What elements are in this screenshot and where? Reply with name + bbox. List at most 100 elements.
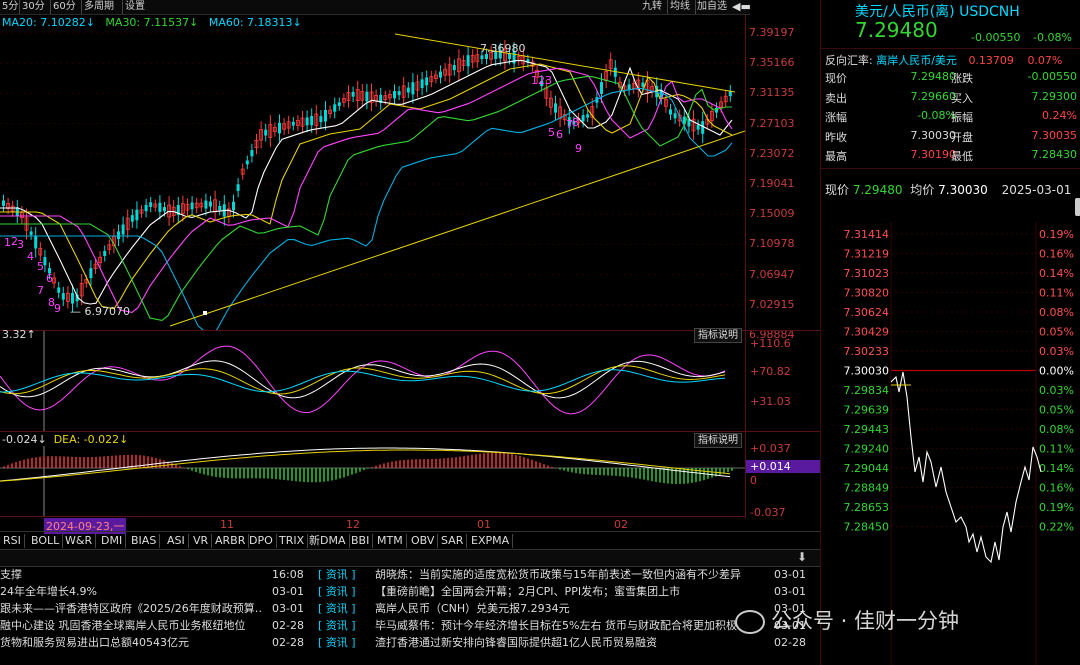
indicator-tab-wr[interactable]: W&R [62,534,97,548]
period-30min[interactable]: 30分 [22,0,45,14]
indicator-tab-bias[interactable]: BIAS [128,534,161,548]
indicator-tab-dpo[interactable]: DPO [246,534,277,548]
price-change: -0.00550 [971,31,1021,44]
indicator-tab-vr[interactable]: VR [190,534,213,548]
intraday-price-tick: 7.29240 [844,443,890,456]
news-date: 03-01 [774,585,806,598]
news-row[interactable]: 跟未来——评香港特区政府《2025/26年度财政预算… 03-01 [ 资讯 ] 离岸… [0,600,820,617]
indicator-tab-dma[interactable]: 新DMA [306,534,350,548]
indicator-tab-obv[interactable]: OBV [408,534,439,548]
intraday-price-tick: 7.30233 [844,345,890,358]
indicator-tab-expma[interactable]: EXPMA [468,534,514,548]
indicator-tab-sar[interactable]: SAR [438,534,468,548]
svg-text:1: 1 [531,74,538,87]
quote-label: 开盘 [951,130,973,144]
indicator-tab-mtm[interactable]: MTM [374,534,407,548]
quote-value: 7.30190 [910,148,957,161]
intraday-pct-tick: 0.05% [1039,326,1074,339]
reverse-pair[interactable]: 离岸人民币/美元 [876,54,957,67]
indicator-tab-rsi[interactable]: RSI [0,534,25,548]
indicator-tab-trix[interactable]: TRIX [276,534,309,548]
macd-dea-label: DEA: -0.022↓ [53,433,129,446]
collapse-icon[interactable]: ◀▬ [732,0,751,14]
intraday-chart[interactable]: 7.31414 0.19% 7.31219 0.16% 7.31023 0.14% 7.30… [821,222,1080,665]
news-tag: [ 资讯 ] [318,636,356,649]
news-row[interactable]: 融中心建设 巩固香港全球离岸人民币业务枢纽地位 02-28 [ 资讯 ] 毕马威蔡伟：… [0,617,820,634]
quote-value: 7.30035 [1031,128,1078,142]
intraday-price-tick: 7.30624 [844,306,890,319]
quote-label: 涨幅 [825,111,847,124]
macd-dif-label: -0.024↓ [2,433,47,446]
multi-period-button[interactable]: 多周期 [84,0,114,14]
svg-text:6: 6 [556,128,563,141]
price-tick: 7.15009 [749,207,795,221]
news-date: 02-28 [774,636,806,649]
quote-label: 现价 [825,72,847,85]
quote-label: 最高 [825,150,847,163]
news-list: 支撑 16:08 [ 资讯 ] 胡晓炼：当前实施的适度宽松货币政策与15年前表述一致但… [0,566,820,665]
price-tick: 7.27103 [749,116,795,130]
settings-button[interactable]: 设置 [125,0,145,14]
news-title[interactable]: 离岸人民币（CNH）兑美元报7.2934元 [375,600,765,617]
download-icon[interactable]: ⬇ [797,550,807,564]
news-time: 03-01 [272,602,304,615]
intraday-price-tick: 7.30820 [844,287,890,300]
price-tick: 7.19041 [749,177,795,190]
indicator-tab-boll[interactable]: BOLL [28,534,64,548]
quote-value: 7.30030 [910,128,957,142]
news-title[interactable]: 【重磅前瞻】全国两会开幕；2月CPI、PPI发布；蜜雪集团上市 [375,583,765,600]
intraday-price-tick: 7.28653 [844,501,890,514]
intraday-price-tick: 7.30429 [844,326,890,339]
quote-label: 振幅 [951,111,973,124]
svg-text:6: 6 [46,272,53,285]
quote-value: 7.29300 [1031,89,1078,103]
ma-toggle[interactable]: 均线 [670,0,690,14]
intraday-pct-tick: 0.22% [1039,521,1074,534]
quote-label: 买入 [951,91,973,105]
indicator-tab-bbi[interactable]: BBI [348,534,374,548]
quote-label: 最低 [951,150,973,163]
svg-text:5: 5 [37,260,44,273]
intraday-price-tick: 7.29443 [844,423,890,436]
news-row[interactable]: 支撑 16:08 [ 资讯 ] 胡晓炼：当前实施的适度宽松货币政策与15年前表述一致但… [0,566,820,583]
td9-toggle[interactable]: 九转 [642,0,662,14]
intraday-pct-tick: 0.16% [1039,482,1074,495]
indicator-tab-asi[interactable]: ASI [164,534,189,548]
news-row[interactable]: 货物和服务贸易进出口总额40543亿元 02-28 [ 资讯 ] 渣打香港通过新安排向… [0,634,820,651]
period-5min[interactable]: 5分 [2,0,18,14]
intraday-price-tick: 7.28849 [844,482,890,495]
quote-value: 0.24% [1042,109,1077,122]
intraday-pct-tick: 0.14% [1039,462,1074,475]
price-tick: 7.39197 [749,26,795,39]
period-60min[interactable]: 60分 [53,0,76,14]
svg-text:4: 4 [27,250,34,263]
quote-value: 7.28430 [1031,148,1078,161]
intraday-price-tick: 7.30030 [844,365,890,378]
news-tag: [ 资讯 ] [318,602,356,615]
quote-value: -0.00550 [1027,70,1077,83]
news-left-headline: 跟未来——评香港特区政府《2025/26年度财政预算… [0,602,262,615]
intraday-pct-tick: 0.03% [1039,384,1074,397]
panel-scroll-handle[interactable] [1075,198,1080,216]
news-title[interactable]: 胡晓炼：当前实施的适度宽松货币政策与15年前表述一致但内涵有不少差异 [375,566,765,583]
price-tick: 7.06947 [749,267,795,281]
news-left-headline: 24年全年增长4.9% [0,585,97,598]
price-axis: 7.39197 7.35166 7.31135 7.27103 7.23072 7.190… [745,14,821,341]
indicator-tab-dmi[interactable]: DMI [98,534,127,548]
intraday-pct-tick: 0.03% [1039,345,1074,358]
intraday-pct-tick: 0.00% [1039,365,1074,378]
news-row[interactable]: 24年全年增长4.9% 03-01 [ 资讯 ] 【重磅前瞻】全国两会开幕；2月CPI… [0,583,820,600]
add-watchlist-button[interactable]: 加自选 [697,0,727,14]
price-tick: 7.23072 [749,146,795,160]
indicator-tab-arbr[interactable]: ARBR [212,534,250,548]
news-left-headline: 支撑 [0,568,22,581]
price-tick: 7.10978 [749,237,795,251]
macd-chart [0,446,745,516]
news-title[interactable]: 渣打香港通过新安排向锋睿国际提供超1亿人民币贸易融资 [375,634,765,651]
price-tick: 7.31135 [749,86,795,100]
news-title[interactable]: 毕马威蔡伟：预计今年经济增长目标在5%左右 货币与财政配合将更加积极 [375,617,765,634]
intraday-pct-tick: 0.11% [1039,287,1074,300]
svg-text:3: 3 [545,74,552,87]
intraday-pct-tick: 0.08% [1039,423,1074,436]
candlestick-chart[interactable]: 7.36980— 6.970701 2 345678 91 2 35 67 89 [0,14,745,330]
